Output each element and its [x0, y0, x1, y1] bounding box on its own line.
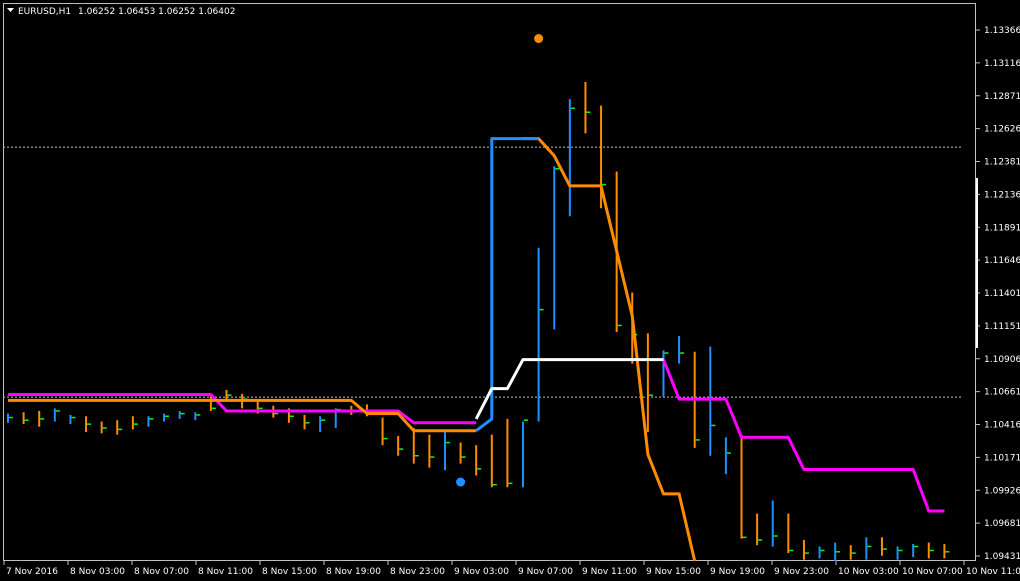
x-tick-label-7: 9 Nov 03:00: [454, 567, 509, 577]
x-tick-label-11: 9 Nov 19:00: [710, 567, 765, 577]
x-tick-label-4: 8 Nov 15:00: [262, 567, 317, 577]
current-price-bar: [976, 178, 978, 348]
y-tick-label-3: 1.12626: [984, 125, 1020, 135]
y-tick-label-13: 1.10171: [984, 453, 1020, 463]
x-tick-label-1: 8 Nov 03:00: [70, 567, 125, 577]
signal-dot-1: [456, 477, 466, 487]
x-tick-label-9: 9 Nov 11:00: [582, 567, 637, 577]
signal-dot-0: [534, 34, 544, 44]
y-tick-label-0: 1.13366: [984, 26, 1020, 36]
chart-symbol-label: EURUSD,H1: [18, 7, 71, 17]
y-tick-label-15: 1.09681: [984, 519, 1020, 529]
x-tick-label-10: 9 Nov 15:00: [646, 567, 701, 577]
x-tick-label-12: 9 Nov 23:00: [774, 567, 829, 577]
y-tick-label-8: 1.11401: [984, 289, 1020, 299]
y-tick-label-14: 1.09926: [984, 486, 1020, 496]
x-tick-label-14: 10 Nov 07:00: [902, 567, 963, 577]
y-tick-label-16: 1.09431: [984, 552, 1020, 562]
x-tick-label-3: 8 Nov 11:00: [198, 567, 253, 577]
price-chart[interactable]: 1.13366 1.13116 1.12871 1.12626 1.12381 1.121…: [0, 0, 1020, 581]
y-tick-label-1: 1.13116: [984, 59, 1020, 69]
x-tick-label-13: 10 Nov 03:00: [838, 567, 899, 577]
chart-background: [0, 0, 1020, 581]
y-tick-label-12: 1.10416: [984, 421, 1020, 431]
x-tick-label-8: 9 Nov 07:00: [518, 567, 573, 577]
x-tick-label-6: 8 Nov 23:00: [390, 567, 445, 577]
y-tick-label-2: 1.12871: [984, 92, 1020, 102]
x-tick-label-15: 10 Nov 11:00: [966, 567, 1020, 577]
x-tick-label-2: 8 Nov 07:00: [134, 567, 189, 577]
y-tick-label-6: 1.11891: [984, 223, 1020, 233]
y-tick-label-5: 1.12136: [984, 190, 1020, 200]
chart-ohlc-label: 1.06252 1.06453 1.06252 1.06402: [78, 7, 235, 17]
x-tick-label-0: 7 Nov 2016: [6, 567, 58, 577]
y-tick-label-9: 1.11151: [984, 322, 1020, 332]
y-tick-label-7: 1.11646: [984, 256, 1020, 266]
y-tick-label-11: 1.10661: [984, 388, 1020, 398]
y-tick-label-4: 1.12381: [984, 158, 1020, 168]
y-tick-label-10: 1.10906: [984, 355, 1020, 365]
x-tick-label-5: 8 Nov 19:00: [326, 567, 381, 577]
